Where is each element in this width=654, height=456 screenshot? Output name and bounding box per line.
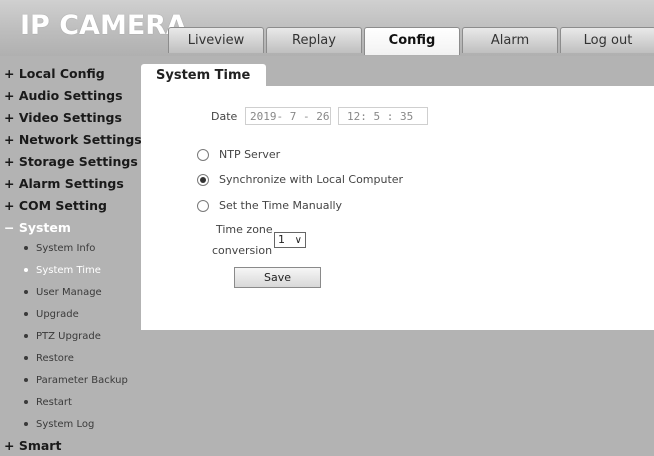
sidebar-sub-restart[interactable]: Restart xyxy=(24,397,72,408)
header-bar: IP CAMERA Liveview Replay Config Alarm L… xyxy=(0,0,654,56)
panel-tab-system-time: System Time xyxy=(141,64,266,88)
save-button[interactable]: Save xyxy=(234,267,321,288)
sidebar-sub-parameter-backup[interactable]: Parameter Backup xyxy=(24,375,128,386)
radio-set-time-manually[interactable] xyxy=(197,200,209,212)
chevron-down-icon: ∨ xyxy=(294,235,302,246)
bullet-icon xyxy=(24,422,28,426)
sidebar-item-com-setting[interactable]: + COM Setting xyxy=(4,198,107,213)
sidebar-sub-restore[interactable]: Restore xyxy=(24,353,74,364)
sidebar-item-video-settings[interactable]: + Video Settings xyxy=(4,110,122,125)
sidebar-sub-ptz-upgrade[interactable]: PTZ Upgrade xyxy=(24,331,101,342)
panel-title: System Time xyxy=(156,68,251,83)
timezone-select[interactable]: 1 ∨ xyxy=(274,232,306,248)
tab-alarm[interactable]: Alarm xyxy=(462,27,558,53)
timezone-label-line1: Time zone xyxy=(216,223,273,236)
bullet-icon xyxy=(24,378,28,382)
time-field[interactable]: 12: 5 : 35 xyxy=(338,107,428,125)
ntp-server-label: NTP Server xyxy=(219,148,281,161)
set-time-manually-label: Set the Time Manually xyxy=(219,199,343,212)
bullet-icon xyxy=(24,246,28,250)
bullet-icon xyxy=(24,268,28,272)
radio-sync-local-computer[interactable] xyxy=(197,174,209,186)
brand-logo: IP CAMERA xyxy=(20,10,187,41)
sidebar-item-local-config[interactable]: + Local Config xyxy=(4,66,105,81)
tab-logout[interactable]: Log out xyxy=(560,27,654,53)
bullet-icon xyxy=(24,400,28,404)
bullet-icon xyxy=(24,356,28,360)
sidebar-item-audio-settings[interactable]: + Audio Settings xyxy=(4,88,123,103)
date-field[interactable]: 2019- 7 - 26 xyxy=(245,107,331,125)
sidebar-item-storage-settings[interactable]: + Storage Settings xyxy=(4,154,138,169)
timezone-label-line2: conversion xyxy=(212,244,273,257)
sync-local-computer-label: Synchronize with Local Computer xyxy=(219,173,404,186)
bullet-icon xyxy=(24,334,28,338)
sidebar-sub-system-log[interactable]: System Log xyxy=(24,419,94,430)
sidebar-item-system[interactable]: − System xyxy=(4,220,71,235)
tab-liveview[interactable]: Liveview xyxy=(168,27,264,53)
sidebar-item-alarm-settings[interactable]: + Alarm Settings xyxy=(4,176,124,191)
radio-ntp-server[interactable] xyxy=(197,149,209,161)
sidebar-sub-system-time[interactable]: System Time xyxy=(24,265,101,276)
sidebar-sub-system-info[interactable]: System Info xyxy=(24,243,95,254)
bullet-icon xyxy=(24,290,28,294)
sidebar-item-smart[interactable]: + Smart xyxy=(4,438,61,453)
sidebar-item-network-settings[interactable]: + Network Settings xyxy=(4,132,142,147)
date-label: Date xyxy=(211,110,238,123)
tab-config[interactable]: Config xyxy=(364,27,460,55)
timezone-select-value: 1 xyxy=(278,233,285,246)
bullet-icon xyxy=(24,312,28,316)
sidebar-sub-user-manage[interactable]: User Manage xyxy=(24,287,102,298)
tab-replay[interactable]: Replay xyxy=(266,27,362,53)
sidebar-sub-upgrade[interactable]: Upgrade xyxy=(24,309,79,320)
